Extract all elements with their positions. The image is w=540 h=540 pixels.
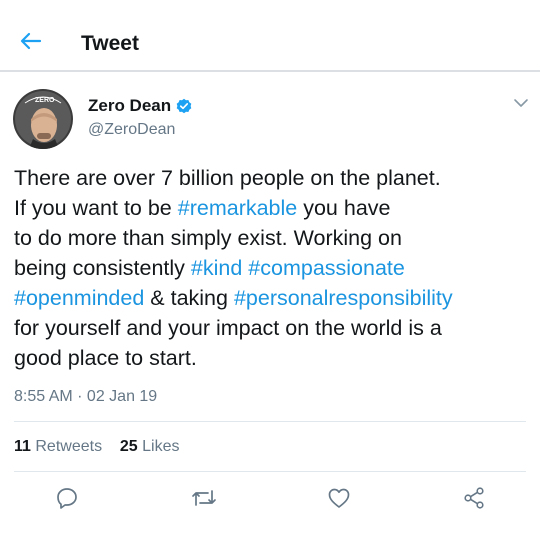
retweet-button[interactable] xyxy=(190,484,218,512)
tweet-text-segment: for yourself and your impact on the worl… xyxy=(14,316,442,340)
retweets-count: 11 xyxy=(14,438,31,455)
top-bar: Tweet xyxy=(0,0,540,72)
tweet-text-line: good place to start. xyxy=(14,343,530,373)
tweet-timestamp[interactable]: 8:55 AM · 02 Jan 19 xyxy=(14,387,157,407)
tweet-text-line: If you want to be #remarkable you have xyxy=(14,193,530,223)
author-handle[interactable]: @ZeroDean xyxy=(88,120,175,140)
tweet-text-line: for yourself and your impact on the worl… xyxy=(14,313,530,343)
tweet-text-line: #openminded & taking #personalresponsibi… xyxy=(14,283,530,313)
tweet-text-segment: & taking xyxy=(144,286,234,310)
avatar-image: ZERO xyxy=(13,89,73,149)
tweet-text-line: There are over 7 billion people on the p… xyxy=(14,163,530,193)
tweet-text-segment: you have xyxy=(297,196,391,220)
tweet-text-segment: being consistently xyxy=(14,256,191,280)
more-options-button[interactable] xyxy=(512,96,530,110)
heart-icon xyxy=(328,488,350,508)
page-title: Tweet xyxy=(81,32,139,55)
tweet-text: There are over 7 billion people on the p… xyxy=(14,163,530,373)
arrow-left-icon xyxy=(20,32,42,50)
hashtag-link[interactable]: #kind xyxy=(191,256,242,280)
tweet-text-segment: to do more than simply exist. Working on xyxy=(14,226,402,250)
tweet-text-line: to do more than simply exist. Working on xyxy=(14,223,530,253)
retweets-label: Retweets xyxy=(35,438,103,455)
avatar-logo-text: ZERO xyxy=(35,97,55,104)
share-icon xyxy=(464,487,484,509)
likes-stat[interactable]: 25 Likes xyxy=(120,438,180,455)
back-button[interactable] xyxy=(16,26,46,56)
tweet-text-line: being consistently #kind #compassionate xyxy=(14,253,530,283)
tweet-stats: 11 Retweets 25 Likes xyxy=(14,437,179,457)
hashtag-link[interactable]: #personalresponsibility xyxy=(234,286,453,310)
tweet-text-segment: good place to start. xyxy=(14,346,197,370)
divider-bottom xyxy=(14,471,526,472)
reply-icon xyxy=(57,488,77,509)
author-name[interactable]: Zero Dean xyxy=(88,96,171,116)
author-name-row[interactable]: Zero Dean xyxy=(88,96,192,116)
divider-top xyxy=(14,421,526,422)
likes-count: 25 xyxy=(119,438,138,455)
retweet-icon xyxy=(192,490,216,506)
tweet-text-segment: There are over 7 billion people on the p… xyxy=(14,166,441,190)
hashtag-link[interactable]: #compassionate xyxy=(248,256,405,280)
share-button[interactable] xyxy=(460,484,488,512)
hashtag-link[interactable]: #remarkable xyxy=(178,196,298,220)
tweet-text-segment: If you want to be xyxy=(14,196,178,220)
retweets-stat[interactable]: 11 Retweets xyxy=(14,438,102,455)
hashtag-link[interactable]: #openminded xyxy=(14,286,144,310)
reply-button[interactable] xyxy=(53,484,81,512)
chevron-down-icon xyxy=(514,99,528,107)
likes-label: Likes xyxy=(142,438,180,455)
like-button[interactable] xyxy=(325,484,353,512)
verified-badge-icon xyxy=(176,98,192,114)
avatar[interactable]: ZERO xyxy=(13,89,73,149)
